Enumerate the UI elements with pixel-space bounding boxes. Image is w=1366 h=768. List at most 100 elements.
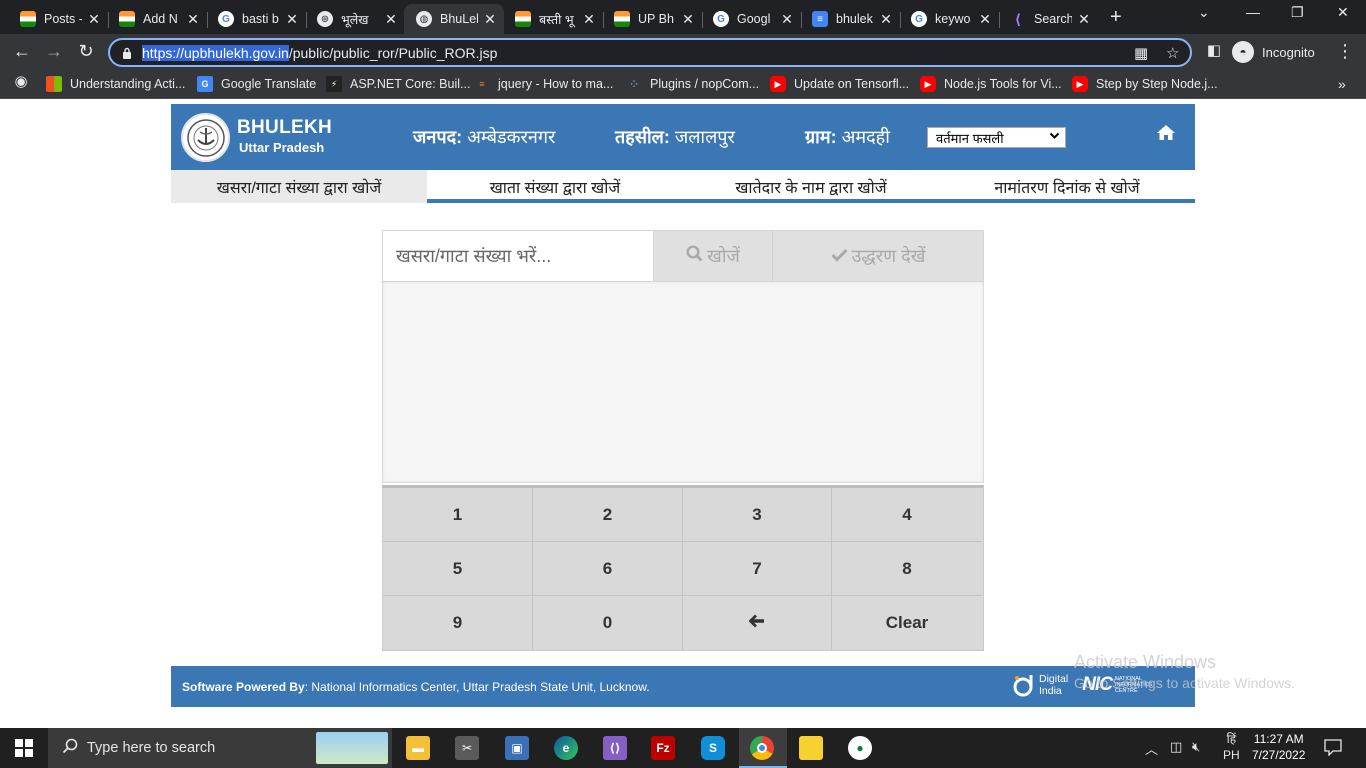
menu-kebab-icon[interactable]: ⋮: [1334, 41, 1356, 62]
show-hidden-icons-chevron-icon[interactable]: ︿: [1145, 739, 1158, 758]
keypad-key-3[interactable]: 3: [683, 488, 832, 542]
visual-studio-icon: ⟨: [1014, 10, 1022, 27]
google-icon: G: [218, 11, 234, 27]
qr-code-icon[interactable]: ▦: [1134, 44, 1148, 62]
tab-search-chevron-icon[interactable]: ⌄: [1198, 4, 1210, 21]
keypad-key-1[interactable]: 1: [383, 488, 533, 542]
keypad-key-5[interactable]: 5: [383, 542, 533, 596]
keypad-key-6[interactable]: 6: [533, 542, 683, 596]
close-tab-icon[interactable]: ✕: [482, 11, 498, 28]
home-icon[interactable]: [1156, 124, 1176, 146]
bookmark-item[interactable]: Understanding Acti...: [46, 76, 185, 92]
filezilla-icon[interactable]: Fz: [651, 736, 675, 760]
network-tool-icon[interactable]: ▣: [505, 736, 529, 760]
bookmark-item[interactable]: ▶ Step by Step Node.j...: [1072, 76, 1218, 92]
network-icon[interactable]: ◫: [1170, 739, 1182, 755]
keypad-key-9[interactable]: 9: [383, 596, 533, 650]
keypad-key-8[interactable]: 8: [832, 542, 982, 596]
tab-mutation-date-search[interactable]: नामांतरण दिनांक से खोजें: [939, 170, 1195, 203]
keypad-key-2[interactable]: 2: [533, 488, 683, 542]
forward-arrow-icon[interactable]: →: [43, 41, 65, 62]
lock-icon[interactable]: [122, 47, 132, 59]
volume-muted-icon[interactable]: 🔇︎: [1192, 739, 1200, 755]
close-tab-icon[interactable]: ✕: [680, 11, 696, 28]
system-clock[interactable]: 11:27 AM 7/27/2022: [1252, 731, 1305, 763]
browser-tab[interactable]: Posts - ✕: [8, 4, 109, 34]
close-tab-icon[interactable]: ✕: [1076, 11, 1092, 28]
keypad-key-7[interactable]: 7: [683, 542, 832, 596]
bookmark-item[interactable]: ▶ Update on Tensorfl...: [770, 76, 909, 92]
close-tab-icon[interactable]: ✕: [284, 11, 300, 28]
reload-icon[interactable]: ↻: [75, 41, 97, 62]
more-bookmarks-icon[interactable]: »: [1338, 76, 1346, 92]
youtube-icon: ▶: [770, 76, 786, 92]
input-language-indicator[interactable]: हिं PH: [1223, 731, 1240, 763]
browser-tab[interactable]: ≡ bhulek ✕: [800, 4, 901, 34]
bookmark-item[interactable]: ⁘ Plugins / nopCom...: [626, 76, 759, 92]
browser-tab[interactable]: ⟨ Search ✕: [998, 4, 1098, 34]
browser-tab[interactable]: G Googl ✕: [701, 4, 802, 34]
close-tab-icon[interactable]: ✕: [185, 11, 201, 28]
new-tab-icon[interactable]: +: [1110, 6, 1122, 29]
bookmark-item[interactable]: ≡ jquery - How to ma...: [474, 76, 613, 92]
bookmark-item[interactable]: ▶ Node.js Tools for Vi...: [920, 76, 1062, 92]
keypad-key-4[interactable]: 4: [832, 488, 982, 542]
apps-grid-icon[interactable]: ◉: [10, 72, 32, 90]
incognito-indicator[interactable]: ◓ Incognito: [1232, 38, 1315, 66]
browser-tab[interactable]: G keywo ✕: [899, 4, 1000, 34]
up-government-logo[interactable]: [181, 113, 230, 162]
browser-tab-active[interactable]: ◍ BhuLek ✕: [404, 4, 504, 34]
backspace-arrow-icon: [748, 613, 765, 633]
url-text[interactable]: https://upbhulekh.gov.in/public/public_r…: [142, 44, 497, 61]
sticky-notes-icon[interactable]: [799, 736, 823, 760]
browser-tab[interactable]: G basti b ✕: [206, 4, 307, 34]
visual-studio-icon[interactable]: ⟨⟩: [603, 736, 627, 760]
restore-icon[interactable]: ❐: [1291, 4, 1304, 21]
keypad-key-0[interactable]: 0: [533, 596, 683, 650]
search-button[interactable]: खोजें: [654, 231, 773, 281]
side-panel-icon[interactable]: ◧: [1203, 41, 1225, 59]
taskbar-search-box[interactable]: Type here to search: [48, 728, 392, 768]
backspace-key[interactable]: [683, 596, 832, 650]
browser-tab-strip: Posts - ✕ Add N ✕ G basti b ✕ ⊛ भूलेख ✕ …: [0, 0, 1366, 34]
address-bar[interactable]: https://upbhulekh.gov.in/public/public_r…: [108, 38, 1192, 67]
back-arrow-icon[interactable]: ←: [11, 41, 33, 62]
close-tab-icon[interactable]: ✕: [977, 11, 993, 28]
close-tab-icon[interactable]: ✕: [86, 11, 102, 28]
tab-khasra-search[interactable]: खसरा/गाटा संख्या द्वारा खोजें: [171, 170, 427, 203]
whatsapp-icon[interactable]: ●: [848, 736, 872, 760]
skype-icon[interactable]: S: [701, 736, 725, 760]
snipping-tool-icon[interactable]: ✂: [455, 736, 479, 760]
search-row: खसरा/गाटा संख्या भरें... खोजें उद्धरण दे…: [382, 230, 984, 282]
browser-toolbar: ← → ↻ https://upbhulekh.gov.in/public/pu…: [0, 34, 1366, 71]
clear-key[interactable]: Clear: [832, 596, 982, 650]
bookmark-item[interactable]: ⚡ ASP.NET Core: Buil...: [326, 76, 470, 92]
up-emblem-icon: ⊛: [317, 11, 333, 27]
close-tab-icon[interactable]: ✕: [581, 11, 597, 28]
browser-tab[interactable]: बस्ती भू ✕: [503, 4, 604, 34]
browser-tab[interactable]: Add N ✕: [107, 4, 208, 34]
notifications-icon[interactable]: [1324, 739, 1342, 759]
globe-icon: ◍: [416, 11, 432, 27]
windows-start-icon[interactable]: [15, 739, 33, 762]
crop-year-select[interactable]: वर्तमान फसली: [927, 127, 1066, 148]
close-window-icon[interactable]: ✕: [1337, 4, 1349, 21]
close-tab-icon[interactable]: ✕: [383, 11, 399, 28]
bookmark-item[interactable]: G Google Translate: [197, 76, 316, 92]
browser-tab[interactable]: UP Bh ✕: [602, 4, 703, 34]
tab-owner-name-search[interactable]: खातेदार के नाम द्वारा खोजें: [683, 170, 939, 203]
close-tab-icon[interactable]: ✕: [878, 11, 894, 28]
view-extract-button[interactable]: उद्धरण देखें: [773, 231, 983, 281]
tab-khata-search[interactable]: खाता संख्या द्वारा खोजें: [427, 170, 683, 203]
chrome-icon[interactable]: [750, 736, 774, 760]
digital-india-logo[interactable]: Digital India: [1012, 672, 1068, 698]
file-explorer-icon[interactable]: ▬: [406, 736, 430, 760]
village-value: अमदही: [841, 127, 890, 147]
close-tab-icon[interactable]: ✕: [779, 11, 795, 28]
minimize-icon[interactable]: —: [1246, 4, 1260, 20]
search-icon: [686, 245, 703, 267]
bookmark-star-icon[interactable]: ☆: [1166, 44, 1179, 62]
khasra-number-input[interactable]: खसरा/गाटा संख्या भरें...: [383, 231, 654, 281]
edge-browser-icon[interactable]: e: [554, 736, 578, 760]
browser-tab[interactable]: ⊛ भूलेख ✕: [305, 4, 405, 34]
